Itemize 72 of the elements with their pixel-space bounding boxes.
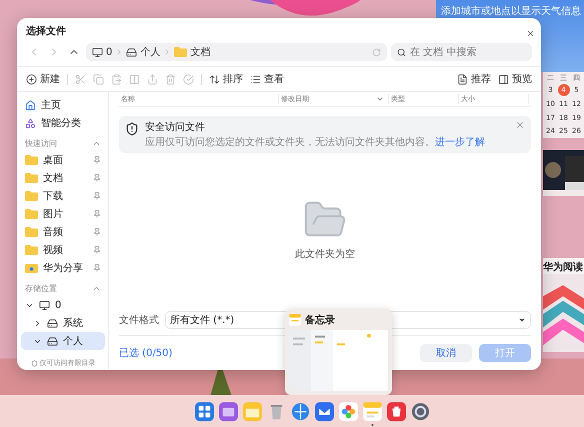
sidebar-item[interactable]: 桌面 xyxy=(21,151,105,169)
dropdown-arrow-icon xyxy=(518,316,526,324)
breadcrumb-item[interactable]: 文档 xyxy=(174,45,210,59)
monitor-icon xyxy=(39,300,50,310)
sidebar-item[interactable]: 图片 xyxy=(21,205,105,223)
search-icon xyxy=(397,48,406,56)
memo-icon xyxy=(289,314,301,326)
home-icon xyxy=(25,100,36,110)
sidebar-item[interactable]: 视频 xyxy=(21,241,105,259)
toolbar-button[interactable]: 查看 xyxy=(250,72,284,86)
shapes-icon xyxy=(25,118,36,128)
sort-chevron-icon xyxy=(376,95,384,103)
copy-icon xyxy=(93,74,104,84)
scissors-icon xyxy=(75,74,86,84)
sort-icon xyxy=(209,74,220,84)
drive-icon xyxy=(47,318,58,328)
panel-icon xyxy=(129,74,140,84)
toolbar-button[interactable]: 推荐 xyxy=(457,72,491,86)
folder-icon xyxy=(25,155,38,165)
refresh-icon[interactable] xyxy=(372,48,381,56)
sidebar-item[interactable]: 华为分享 xyxy=(21,259,105,277)
trash-icon xyxy=(165,74,176,84)
folder-icon xyxy=(25,209,38,219)
shield-icon xyxy=(30,360,38,366)
preview-title: 备忘录 xyxy=(305,313,335,327)
sidebar-item[interactable]: 下载 xyxy=(21,187,105,205)
widget-title: 华为阅读 xyxy=(543,260,584,274)
selection-count: 已选 (0/50) xyxy=(119,346,174,360)
banner-title: 安全访问文件 xyxy=(145,120,206,134)
chevron-right-icon xyxy=(33,318,42,328)
memo-icon[interactable] xyxy=(362,402,382,426)
check-circle-icon xyxy=(183,74,194,84)
learn-more-link[interactable]: 进一步了解 xyxy=(435,137,485,148)
empty-message: 此文件夹为空 xyxy=(295,248,355,261)
folder-icon xyxy=(25,191,38,201)
sidebar-item[interactable]: 音频 xyxy=(21,223,105,241)
folder-icon xyxy=(25,173,38,183)
window-preview[interactable]: 备忘录 xyxy=(285,309,392,395)
field-label: 文件格式 xyxy=(119,314,159,327)
folder-icon xyxy=(25,227,38,237)
banner-text: 应用仅可访问您选定的文件或文件夹，无法访问文件夹其他内容。进一步了解 xyxy=(145,136,486,149)
toolbar-button[interactable]: 排序 xyxy=(209,72,243,86)
sidebar-item[interactable]: 文档 xyxy=(21,169,105,187)
share-icon xyxy=(147,74,158,84)
reading-widget[interactable]: 华为阅读 xyxy=(543,258,584,352)
tree-item[interactable]: 系统 xyxy=(21,314,105,332)
toolbar-button[interactable]: 预览 xyxy=(498,72,532,86)
sidebar-item[interactable]: 主页 xyxy=(21,96,105,114)
drive-icon xyxy=(47,336,58,346)
monitor-icon xyxy=(92,46,103,58)
document-icon xyxy=(457,74,468,84)
breadcrumb-item[interactable]: 个人 xyxy=(126,45,160,59)
tree-item[interactable]: 个人 xyxy=(21,332,105,350)
close-button[interactable] xyxy=(526,29,535,38)
toolbar-button[interactable]: 新建 xyxy=(26,72,60,86)
section-heading: 快速访问 xyxy=(25,138,57,148)
drive-icon xyxy=(126,46,138,58)
clipboard-icon xyxy=(111,74,122,84)
section-heading: 存储位置 xyxy=(25,282,57,294)
plus-circle-icon xyxy=(26,74,37,84)
tree-item[interactable]: 0 xyxy=(21,296,105,314)
folder-icon xyxy=(174,47,188,57)
folder-icon xyxy=(25,245,38,255)
sidebar-item[interactable]: 智能分类 xyxy=(21,114,105,132)
cancel-button[interactable]: 取消 xyxy=(420,344,472,362)
share-folder-icon xyxy=(25,263,38,273)
breadcrumb-item[interactable]: 0 xyxy=(92,46,112,58)
shield-icon xyxy=(125,122,139,136)
preview-pane-icon xyxy=(498,74,509,84)
close-icon xyxy=(526,29,535,38)
dialog-title: 选择文件 xyxy=(26,24,66,38)
weather-hint: 添加城市或地点以显示天气信息 xyxy=(441,4,581,16)
